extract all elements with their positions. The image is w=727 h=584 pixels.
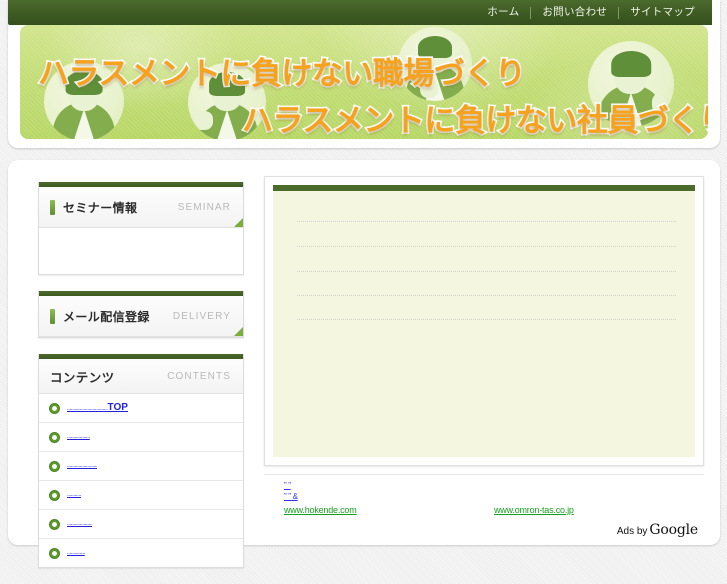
sidebar-box-subtitle: DELIVERY — [172, 310, 231, 322]
placeholder-text-line — [297, 246, 677, 247]
bullet-icon — [49, 431, 60, 443]
contents-link[interactable]: .................. — [67, 432, 90, 442]
portrait-hand — [192, 111, 213, 131]
contents-title: コンテンツ — [50, 370, 115, 385]
sidebar-box-contents: コンテンツ CONTENTS .........................… — [38, 354, 244, 568]
ad-url[interactable]: www.omron-tas.co.jp — [494, 505, 684, 515]
list-item[interactable]: .................. — [39, 423, 243, 452]
placeholder-text-line — [297, 271, 677, 272]
list-item[interactable]: .............. — [39, 539, 243, 567]
list-item[interactable]: .................... — [39, 510, 243, 539]
header-tick-icon — [50, 199, 55, 215]
header-tick-icon — [50, 308, 55, 324]
sidebar-box-subtitle: SEMINAR — [177, 201, 231, 213]
placeholder-text-line — [297, 295, 677, 296]
site-header: ホーム お問い合わせ サイトマップ ハラスメントに負けない職場づくり ハラスメン… — [8, 0, 720, 148]
placeholder-text-line — [297, 319, 677, 320]
ad-title-line1[interactable]: ” ” — [284, 480, 474, 491]
contents-link[interactable]: ........... — [67, 490, 81, 500]
contents-link[interactable]: ................................TOP — [67, 403, 128, 414]
ads-by-text: Ads by — [616, 526, 648, 537]
ad-title-line1[interactable] — [494, 480, 684, 491]
banner-headline-1: ハラスメントに負けない職場づくり — [36, 54, 527, 93]
list-item[interactable]: ........................ — [39, 452, 243, 481]
contents-link[interactable]: ........................ — [67, 461, 97, 471]
main-content-card — [264, 176, 704, 466]
sidebar: セミナー情報 SEMINAR メール配信登録 DELIVERY コンテンツ CO… — [38, 182, 244, 584]
contents-subtitle: CONTENTS — [167, 370, 231, 382]
sidebar-box-seminar: セミナー情報 SEMINAR — [38, 182, 244, 275]
ad-unit-2[interactable]: www.omron-tas.co.jp — [494, 480, 684, 515]
contents-link[interactable]: .............. — [67, 548, 85, 558]
global-nav-bar: ホーム お問い合わせ サイトマップ — [8, 0, 720, 25]
main-content-body — [273, 185, 695, 457]
google-wordmark: Google — [649, 522, 698, 538]
main-column: ” ” ” ” & www.hokende.com www.omron-tas.… — [264, 176, 704, 554]
corner-triangle-icon — [234, 218, 243, 227]
ad-url[interactable]: www.hokende.com — [284, 505, 474, 515]
contents-link-prefix: ................................ — [67, 405, 108, 412]
global-nav-list: ホーム お問い合わせ サイトマップ — [476, 0, 706, 25]
nav-home[interactable]: ホーム — [476, 0, 530, 25]
ad-title-line2[interactable] — [494, 491, 684, 502]
ad-title-line2[interactable]: ” ” & — [284, 491, 474, 502]
nav-contact[interactable]: お問い合わせ — [531, 0, 618, 25]
bullet-icon — [49, 547, 60, 559]
placeholder-text-line — [297, 221, 677, 222]
sidebar-box-header[interactable]: メール配信登録 DELIVERY — [39, 296, 243, 337]
page-root: ホーム お問い合わせ サイトマップ ハラスメントに負けない職場づくり ハラスメン… — [0, 0, 727, 568]
bullet-icon — [49, 402, 60, 414]
ads-by-google-label[interactable]: Ads by Google — [617, 522, 698, 538]
sidebar-box-title: セミナー情報 — [63, 200, 138, 215]
content-frame: セミナー情報 SEMINAR メール配信登録 DELIVERY コンテンツ CO… — [8, 160, 720, 568]
portrait-hair — [611, 51, 651, 78]
sidebar-box-delivery: メール配信登録 DELIVERY — [38, 291, 244, 338]
corner-triangle-icon — [234, 327, 243, 336]
bullet-icon — [49, 460, 60, 472]
sidebar-box-body — [39, 228, 243, 274]
bullet-icon — [49, 489, 60, 501]
sidebar-box-header[interactable]: セミナー情報 SEMINAR — [39, 187, 243, 228]
nav-sitemap[interactable]: サイトマップ — [619, 0, 706, 25]
ads-block: ” ” ” ” & www.hokende.com www.omron-tas.… — [264, 474, 704, 554]
contents-link[interactable]: .................... — [67, 519, 92, 529]
ads-divider — [264, 474, 704, 475]
ad-unit-1[interactable]: ” ” ” ” & www.hokende.com — [284, 480, 474, 515]
bullet-icon — [49, 518, 60, 530]
contents-link-top: TOP — [107, 402, 128, 413]
sidebar-box-title: メール配信登録 — [63, 309, 150, 324]
hero-banner: ハラスメントに負けない職場づくり ハラスメントに負けない社員づくり — [20, 25, 708, 139]
contents-header: コンテンツ CONTENTS — [39, 359, 243, 394]
list-item[interactable]: ........... — [39, 481, 243, 510]
list-item[interactable]: ................................TOP — [39, 394, 243, 423]
banner-headline-2: ハラスメントに負けない社員づくり — [240, 101, 708, 139]
